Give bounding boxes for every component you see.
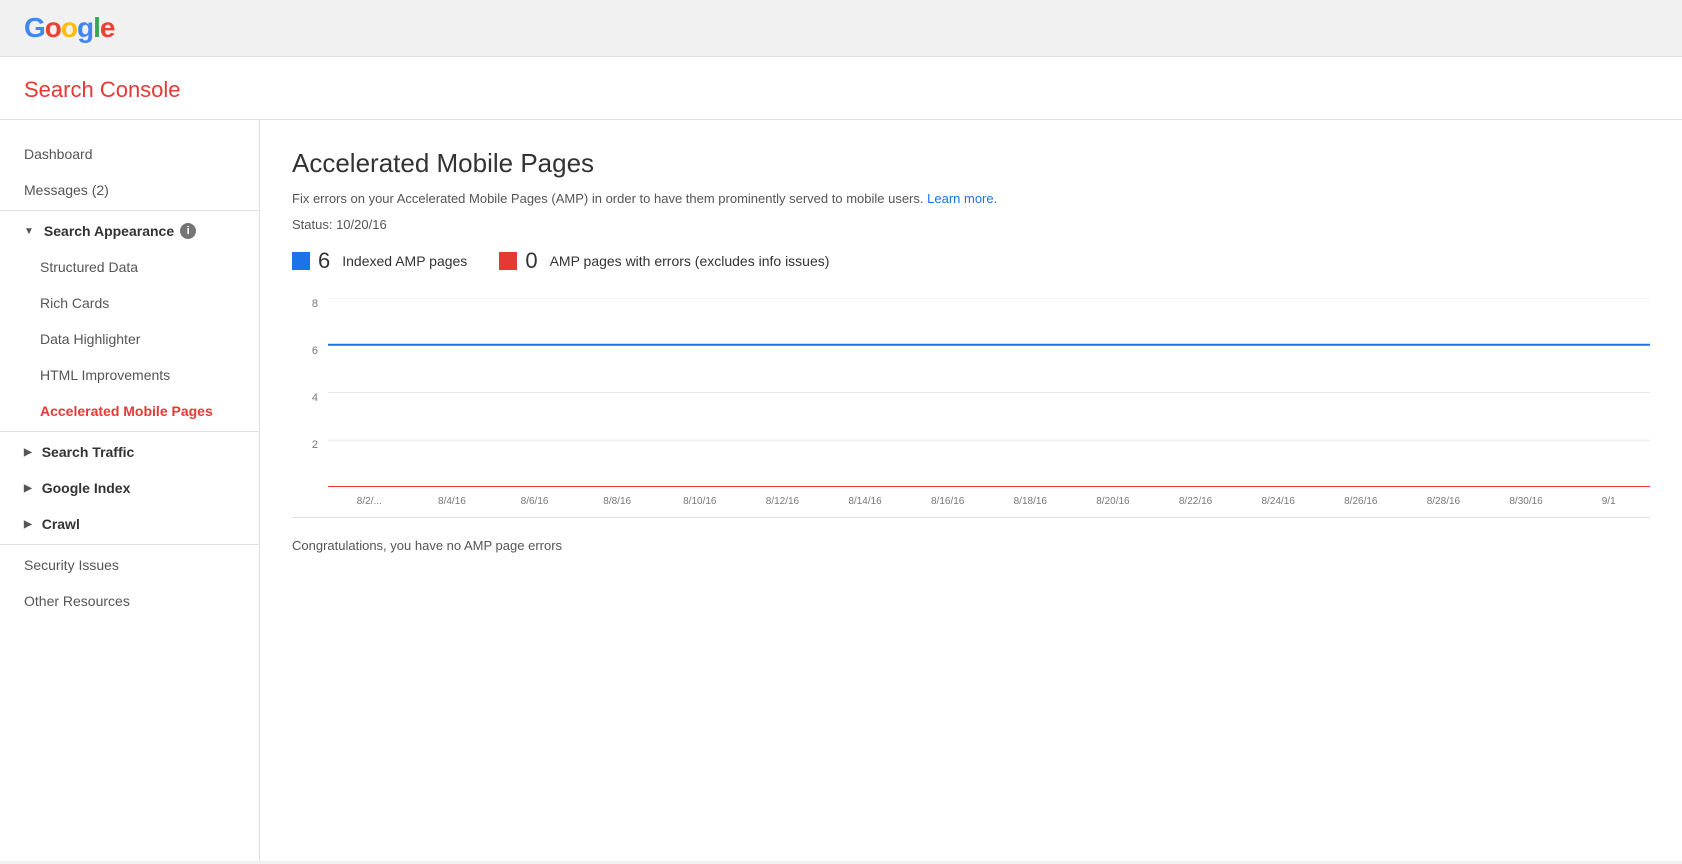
sidebar-item-structured-data[interactable]: Structured Data <box>0 249 259 285</box>
description-text: Fix errors on your Accelerated Mobile Pa… <box>292 191 924 206</box>
chart-svg <box>328 298 1650 487</box>
x-label-15: 9/1 <box>1567 496 1650 507</box>
y-label-8: 8 <box>312 298 318 310</box>
x-label-3: 8/8/16 <box>576 496 659 507</box>
x-label-9: 8/20/16 <box>1072 496 1155 507</box>
y-label-4: 4 <box>312 392 318 404</box>
x-label-7: 8/16/16 <box>906 496 989 507</box>
app-container: Search Console Dashboard Messages (2) Se… <box>0 57 1682 861</box>
x-label-2: 8/6/16 <box>493 496 576 507</box>
google-logo: Google <box>24 12 114 44</box>
x-label-12: 8/26/16 <box>1320 496 1403 507</box>
app-title-section: Search Console <box>0 57 1682 120</box>
sidebar-item-rich-cards[interactable]: Rich Cards <box>0 285 259 321</box>
info-icon-search-appearance[interactable]: i <box>180 223 196 239</box>
x-label-5: 8/12/16 <box>741 496 824 507</box>
sidebar-item-crawl[interactable]: Crawl <box>0 506 259 542</box>
x-label-8: 8/18/16 <box>989 496 1072 507</box>
app-title: Search Console <box>24 77 1658 103</box>
y-label-2: 2 <box>312 439 318 451</box>
sidebar-item-html-improvements[interactable]: HTML Improvements <box>0 357 259 393</box>
expand-arrow-search-appearance <box>24 226 34 237</box>
x-label-13: 8/28/16 <box>1402 496 1485 507</box>
status-line: Status: 10/20/16 <box>292 217 1650 232</box>
legend-errors: 0 AMP pages with errors (excludes info i… <box>499 248 829 274</box>
divider-1 <box>0 210 259 211</box>
sidebar-item-search-appearance[interactable]: Search Appearance i <box>0 213 259 249</box>
errors-count: 0 <box>525 248 537 274</box>
legend-indexed: 6 Indexed AMP pages <box>292 248 467 274</box>
chart-x-labels: 8/2/... 8/4/16 8/6/16 8/8/16 8/10/16 8/1… <box>328 487 1650 517</box>
indexed-label: Indexed AMP pages <box>342 253 467 269</box>
expand-arrow-search-traffic <box>24 447 32 458</box>
errors-label: AMP pages with errors (excludes info iss… <box>550 253 830 269</box>
sidebar-item-data-highlighter[interactable]: Data Highlighter <box>0 321 259 357</box>
learn-more-link[interactable]: Learn more. <box>927 191 997 206</box>
x-label-10: 8/22/16 <box>1154 496 1237 507</box>
x-label-6: 8/14/16 <box>824 496 907 507</box>
congratulations-text: Congratulations, you have no AMP page er… <box>292 538 1650 553</box>
sidebar-item-messages[interactable]: Messages (2) <box>0 172 259 208</box>
page-title: Accelerated Mobile Pages <box>292 148 1650 179</box>
page-description: Fix errors on your Accelerated Mobile Pa… <box>292 189 1650 209</box>
indexed-count: 6 <box>318 248 330 274</box>
sidebar-item-dashboard[interactable]: Dashboard <box>0 136 259 172</box>
x-label-1: 8/4/16 <box>411 496 494 507</box>
legend-box-errors <box>499 252 517 270</box>
x-label-0: 8/2/... <box>328 496 411 507</box>
main-layout: Dashboard Messages (2) Search Appearance… <box>0 120 1682 861</box>
legend-box-indexed <box>292 252 310 270</box>
x-label-14: 8/30/16 <box>1485 496 1568 507</box>
chart-area <box>328 298 1650 487</box>
divider-3 <box>0 544 259 545</box>
sidebar-item-other-resources[interactable]: Other Resources <box>0 583 259 619</box>
header: Google <box>0 0 1682 57</box>
chart-y-labels: 8 6 4 2 <box>292 298 322 487</box>
x-label-11: 8/24/16 <box>1237 496 1320 507</box>
y-label-6: 6 <box>312 345 318 357</box>
sidebar-item-search-traffic[interactable]: Search Traffic <box>0 434 259 470</box>
divider-2 <box>0 431 259 432</box>
legend: 6 Indexed AMP pages 0 AMP pages with err… <box>292 248 1650 274</box>
x-label-4: 8/10/16 <box>659 496 742 507</box>
sidebar: Dashboard Messages (2) Search Appearance… <box>0 120 260 861</box>
sidebar-item-accelerated-mobile-pages[interactable]: Accelerated Mobile Pages <box>0 393 259 429</box>
chart-container: 8 6 4 2 <box>292 298 1650 518</box>
sidebar-item-google-index[interactable]: Google Index <box>0 470 259 506</box>
sidebar-item-security-issues[interactable]: Security Issues <box>0 547 259 583</box>
expand-arrow-crawl <box>24 519 32 530</box>
main-content: Accelerated Mobile Pages Fix errors on y… <box>260 120 1682 861</box>
expand-arrow-google-index <box>24 483 32 494</box>
